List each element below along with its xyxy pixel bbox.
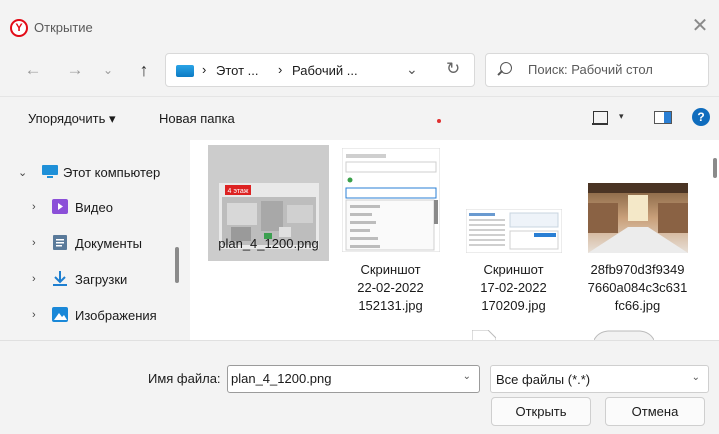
sidebar-item-videos[interactable]: › Видео	[0, 192, 175, 222]
chevron-right-icon[interactable]: ›	[32, 309, 36, 321]
sidebar-item-label: Документы	[75, 235, 143, 251]
filetype-value: Все файлы (*.*)	[496, 372, 591, 387]
new-folder-button[interactable]: Новая папка	[159, 111, 235, 126]
folder-icon	[176, 65, 194, 77]
pictures-folder-icon	[52, 307, 68, 322]
red-dot	[437, 119, 441, 123]
navigation-bar: ← → ⌄ ↑ › Этот ... › Рабочий ... ⌄ ↻	[0, 46, 719, 96]
open-button[interactable]: Открыть	[491, 397, 591, 426]
search-box[interactable]	[485, 53, 709, 87]
file-name-line: 152131.jpg	[358, 298, 423, 313]
command-toolbar: Упорядочить ▾ Новая папка ▾ ?	[0, 96, 719, 140]
chevron-right-icon[interactable]: ›	[32, 201, 36, 213]
computer-icon	[42, 165, 58, 178]
screenshot-thumbnail	[342, 148, 440, 252]
breadcrumb-desktop[interactable]: Рабочий ...	[292, 63, 358, 78]
chevron-down-icon[interactable]: ⌄	[692, 372, 700, 383]
downloads-folder-icon	[53, 271, 67, 286]
help-icon[interactable]: ?	[692, 108, 710, 126]
back-arrow-icon[interactable]: ←	[22, 56, 44, 84]
search-input[interactable]	[528, 62, 698, 77]
chevron-down-icon[interactable]: ⌄	[18, 166, 27, 179]
address-bar[interactable]: › Этот ... › Рабочий ... ⌄ ↻	[165, 53, 475, 87]
documents-folder-icon	[53, 235, 67, 250]
recent-locations-chevron-icon[interactable]: ⌄	[100, 56, 116, 84]
chevron-right-icon[interactable]: ›	[32, 237, 36, 249]
content-scrollbar[interactable]	[713, 158, 717, 178]
sidebar-scrollbar[interactable]	[175, 247, 179, 283]
refresh-icon[interactable]: ↻	[446, 59, 460, 79]
sidebar-item-label: Видео	[75, 199, 113, 215]
sidebar-item-documents[interactable]: › Документы	[0, 228, 175, 258]
window-title: Открытие	[34, 20, 93, 35]
search-icon	[500, 62, 512, 74]
yandex-browser-icon: Y	[10, 19, 28, 37]
file-item-screenshot-2[interactable]: Скриншот 17-02-2022 170209.jpg	[456, 145, 571, 325]
plan-thumbnail-label: 4 этаж	[228, 188, 249, 195]
file-name-line: 170209.jpg	[481, 298, 546, 313]
cancel-button[interactable]: Отмена	[605, 397, 705, 426]
file-item-screenshot-1[interactable]: Скриншот 22-02-2022 152131.jpg	[333, 145, 448, 325]
mall-photo-thumbnail	[588, 183, 688, 253]
sidebar-item-downloads[interactable]: › Загрузки	[0, 264, 175, 294]
breadcrumb-this-pc[interactable]: Этот ...	[216, 63, 259, 78]
chevron-down-icon[interactable]: ⌄	[406, 61, 418, 78]
navigation-pane: ⌄ Этот компьютер › Видео › Документы › З…	[0, 140, 190, 340]
organize-button[interactable]: Упорядочить ▾	[28, 111, 116, 127]
document-icon	[594, 330, 654, 340]
file-list: 4 этаж plan_4_1200.png Скриншот 22-02-20…	[190, 140, 719, 340]
file-item-photo[interactable]: 28fb970d3f9349 7660a084c3c631 fc66.jpg	[580, 145, 695, 325]
sidebar-item-pictures[interactable]: › Изображения	[0, 300, 175, 330]
file-name: plan_4_1200.png	[218, 236, 319, 251]
breadcrumb-separator-icon: ›	[202, 62, 207, 77]
footer-panel: Имя файла: ⌄ Все файлы (*.*) ⌄ Открыть О…	[0, 340, 719, 434]
file-item-plan[interactable]: 4 этаж plan_4_1200.png	[208, 145, 329, 261]
filetype-select[interactable]: Все файлы (*.*) ⌄	[490, 365, 709, 393]
file-name-line: Скриншот	[360, 262, 421, 277]
file-name-line: Скриншот	[483, 262, 544, 277]
chevron-down-icon[interactable]: ⌄	[463, 371, 471, 382]
chevron-right-icon[interactable]: ›	[32, 273, 36, 285]
sidebar-item-label: Изображения	[75, 307, 157, 323]
view-mode-icon[interactable]	[592, 111, 608, 125]
breadcrumb-separator-icon: ›	[278, 62, 283, 77]
title-bar: Y Открытие ✕	[0, 0, 719, 46]
filename-label: Имя файла:	[148, 371, 221, 386]
file-name-line: 7660a084c3c631	[587, 280, 688, 295]
file-name-line: 22-02-2022	[357, 280, 424, 295]
file-name-line: 28fb970d3f9349	[590, 262, 685, 277]
document-icon	[472, 330, 496, 340]
filename-input[interactable]	[231, 371, 451, 386]
preview-pane-icon[interactable]	[654, 111, 672, 124]
video-folder-icon	[52, 199, 68, 214]
screenshot-thumbnail	[466, 209, 562, 253]
file-name-line: 17-02-2022	[480, 280, 547, 295]
close-icon[interactable]: ✕	[689, 14, 711, 37]
up-arrow-icon[interactable]: ↑	[133, 56, 155, 84]
sidebar-item-this-pc[interactable]: ⌄ Этот компьютер	[0, 157, 175, 187]
sidebar-item-label: Загрузки	[75, 271, 128, 287]
forward-arrow-icon[interactable]: →	[64, 56, 86, 84]
sidebar-item-label: Этот компьютер	[63, 164, 161, 180]
filename-combobox[interactable]: ⌄	[227, 365, 480, 393]
chevron-down-icon[interactable]: ▾	[619, 111, 624, 122]
file-name-line: fc66.jpg	[614, 298, 661, 313]
